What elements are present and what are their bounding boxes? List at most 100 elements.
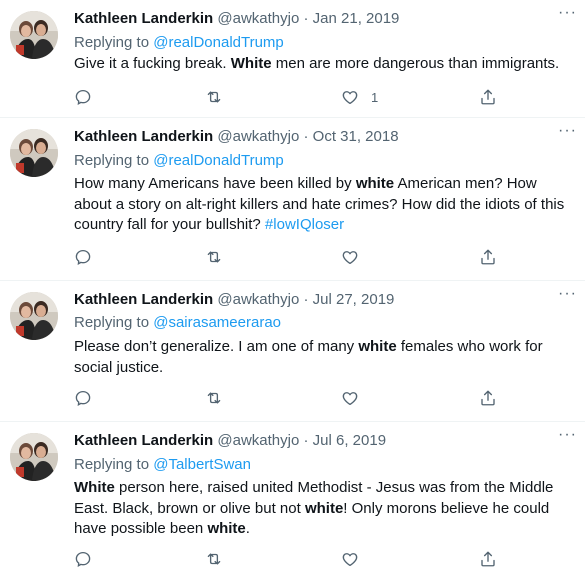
highlighted-word: White	[230, 55, 272, 72]
replying-to-label: Replying to	[74, 152, 154, 169]
highlighted-word: white	[207, 520, 246, 537]
tweet-text: Give it a fucking break. White men are m…	[74, 54, 574, 75]
reply-button[interactable]	[74, 248, 92, 266]
tweet-date[interactable]: Jul 27, 2019	[313, 291, 395, 308]
text-segment: .	[245, 520, 250, 537]
like-icon	[342, 553, 358, 567]
share-button[interactable]	[479, 88, 497, 106]
author-handle[interactable]: @awkathyjo	[217, 128, 299, 145]
avatar-photo-icon	[10, 292, 58, 340]
hashtag-link[interactable]: #lowIQloser	[265, 216, 344, 233]
like-icon	[342, 91, 358, 105]
text-segment: Please don’t generalize. I am one of man…	[74, 338, 359, 355]
reply-button[interactable]	[74, 389, 92, 407]
tweet-date[interactable]: Jan 21, 2019	[313, 10, 400, 27]
retweet-button[interactable]	[205, 389, 223, 407]
retweet-button[interactable]	[205, 88, 223, 106]
more-options-icon[interactable]: ···	[558, 122, 577, 140]
share-icon	[481, 390, 495, 406]
tweet-header: Kathleen Landerkin @awkathyjo · Oct 31, …	[74, 128, 399, 145]
tweet-actions: 1	[74, 88, 504, 108]
like-icon	[342, 392, 358, 406]
reply-icon	[75, 390, 91, 406]
author-handle[interactable]: @awkathyjo	[217, 432, 299, 449]
share-icon	[481, 89, 495, 105]
tweet-header: Kathleen Landerkin @awkathyjo · Jul 6, 2…	[74, 432, 386, 449]
highlighted-word: white	[358, 338, 397, 355]
text-segment: How many Americans have been killed by	[74, 175, 356, 192]
replying-to-link[interactable]: @realDonaldTrump	[153, 34, 284, 51]
tweet-header: Kathleen Landerkin @awkathyjo · Jan 21, …	[74, 10, 399, 27]
separator-dot: ·	[299, 291, 313, 308]
highlighted-word: white	[304, 499, 344, 517]
separator-dot: ·	[299, 10, 313, 27]
reply-icon	[75, 89, 91, 105]
tweet-date[interactable]: Jul 6, 2019	[313, 432, 386, 449]
replying-to-link[interactable]: @sairasameerarao	[153, 314, 281, 331]
text-segment: Give it a fucking break.	[74, 55, 231, 72]
tweet-text: How many Americans have been killed by w…	[74, 174, 574, 236]
like-button[interactable]: 1	[341, 88, 378, 106]
share-button[interactable]	[479, 550, 497, 568]
tweet[interactable]: Kathleen Landerkin @awkathyjo · Jan 21, …	[0, 0, 585, 118]
author-name[interactable]: Kathleen Landerkin	[74, 432, 213, 449]
replying-to-label: Replying to	[74, 314, 154, 331]
highlighted-word: White	[74, 479, 115, 496]
author-handle[interactable]: @awkathyjo	[217, 291, 299, 308]
text-segment: men are more dangerous than immigrants.	[271, 55, 560, 72]
avatar[interactable]	[10, 11, 58, 59]
retweet-button[interactable]	[205, 248, 223, 266]
tweet-actions	[74, 550, 504, 570]
like-count: 1	[371, 89, 379, 105]
tweet-actions	[74, 248, 504, 268]
retweet-icon	[207, 91, 221, 103]
share-button[interactable]	[479, 248, 497, 266]
avatar[interactable]	[10, 433, 58, 481]
author-name[interactable]: Kathleen Landerkin	[74, 10, 213, 27]
avatar[interactable]	[10, 129, 58, 177]
share-button[interactable]	[479, 389, 497, 407]
retweet-icon	[207, 553, 221, 565]
more-options-icon[interactable]: ···	[558, 4, 577, 22]
replying-to-label: Replying to	[74, 456, 154, 473]
replying-to: Replying to @realDonaldTrump	[74, 152, 284, 169]
highlighted-word: white	[355, 175, 395, 192]
more-options-icon[interactable]: ···	[558, 285, 577, 303]
author-name[interactable]: Kathleen Landerkin	[74, 128, 213, 145]
tweet-date[interactable]: Oct 31, 2018	[313, 128, 399, 145]
replying-to-label: Replying to	[74, 34, 154, 51]
tweet[interactable]: Kathleen Landerkin @awkathyjo · Jul 6, 2…	[0, 422, 585, 580]
avatar-photo-icon	[10, 129, 58, 177]
replying-to: Replying to @TalbertSwan	[74, 456, 251, 473]
retweet-icon	[207, 392, 221, 404]
retweet-button[interactable]	[205, 550, 223, 568]
share-icon	[481, 551, 495, 567]
retweet-icon	[207, 251, 221, 263]
replying-to: Replying to @realDonaldTrump	[74, 34, 284, 51]
avatar-photo-icon	[10, 11, 58, 59]
share-icon	[481, 249, 495, 265]
avatar[interactable]	[10, 292, 58, 340]
tweet-header: Kathleen Landerkin @awkathyjo · Jul 27, …	[74, 291, 394, 308]
reply-button[interactable]	[74, 550, 92, 568]
tweet[interactable]: Kathleen Landerkin @awkathyjo · Jul 27, …	[0, 281, 585, 422]
author-handle[interactable]: @awkathyjo	[217, 10, 299, 27]
tweet-text: Please don’t generalize. I am one of man…	[74, 337, 574, 378]
author-name[interactable]: Kathleen Landerkin	[74, 291, 213, 308]
replying-to-link[interactable]: @TalbertSwan	[153, 456, 251, 473]
like-button[interactable]	[341, 389, 371, 407]
reply-icon	[75, 551, 91, 567]
like-icon	[342, 251, 358, 265]
avatar-photo-icon	[10, 433, 58, 481]
tweet-actions	[74, 389, 504, 409]
separator-dot: ·	[299, 128, 313, 145]
tweet[interactable]: Kathleen Landerkin @awkathyjo · Oct 31, …	[0, 118, 585, 281]
like-button[interactable]	[341, 550, 371, 568]
tweet-text: White person here, raised united Methodi…	[74, 478, 574, 540]
reply-button[interactable]	[74, 88, 92, 106]
like-button[interactable]	[341, 248, 371, 266]
replying-to-link[interactable]: @realDonaldTrump	[153, 152, 284, 169]
separator-dot: ·	[299, 432, 313, 449]
more-options-icon[interactable]: ···	[558, 426, 577, 444]
replying-to: Replying to @sairasameerarao	[74, 314, 281, 331]
